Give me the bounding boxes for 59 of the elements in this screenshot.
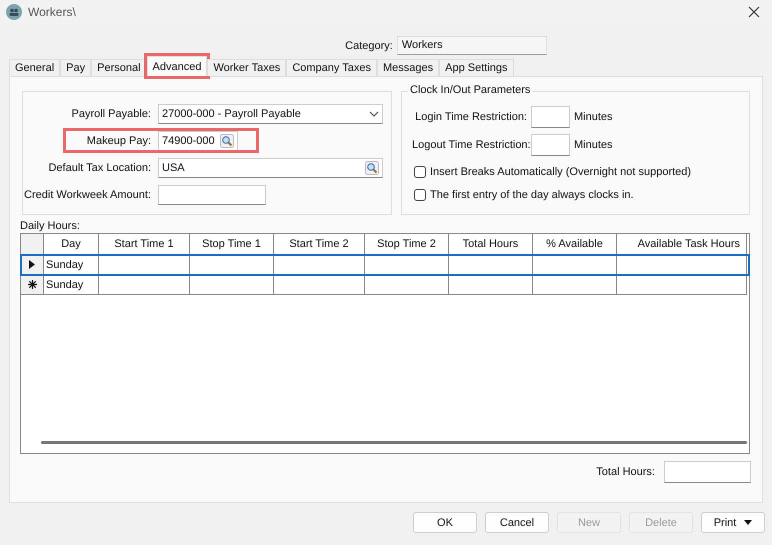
category-field: Workers	[396, 36, 547, 55]
lookup-field[interactable]: USA	[158, 158, 383, 178]
field-label: Login Time Restriction:	[414, 110, 527, 122]
column-header[interactable]: Day	[44, 234, 99, 255]
tab[interactable]: Company Taxes	[286, 59, 377, 76]
tab[interactable]: Advanced	[146, 56, 208, 76]
horizontal-scrollbar[interactable]	[41, 441, 747, 444]
field-label: Default Tax Location:	[47, 162, 151, 174]
table-row[interactable]: Sunday	[21, 255, 749, 275]
field-label: Payroll Payable:	[70, 108, 151, 120]
current-row-icon	[29, 260, 35, 269]
tab[interactable]: General	[9, 59, 60, 76]
dropdown-field[interactable]: 27000-000 - Payroll Payable	[158, 104, 383, 124]
column-header[interactable]: Stop Time 1	[190, 234, 274, 255]
tab[interactable]: Personal	[91, 59, 147, 76]
tab[interactable]: Pay	[60, 59, 92, 76]
checkbox[interactable]	[414, 189, 426, 201]
checkbox[interactable]	[414, 166, 426, 178]
table-row[interactable]: Sunday	[21, 275, 749, 295]
row-header[interactable]	[21, 255, 44, 275]
search-icon[interactable]	[365, 160, 379, 174]
checkbox-label: The first entry of the day always clocks in.	[430, 189, 634, 201]
column-header[interactable]: Start Time 2	[274, 234, 365, 255]
field-label: Credit Workweek Amount:	[23, 188, 151, 200]
checkbox-label: Insert Breaks Automatically (Overnight not supported)	[430, 166, 692, 178]
dialog-button[interactable]: OK	[413, 512, 477, 533]
column-header[interactable]: Start Time 1	[99, 234, 190, 255]
dialog-button[interactable]: Print	[701, 512, 765, 533]
tab[interactable]: Messages	[376, 59, 440, 76]
new-row-icon	[28, 280, 36, 289]
field-label: Total Hours:	[596, 466, 655, 478]
tab[interactable]: Worker Taxes	[207, 59, 286, 76]
dialog-button[interactable]: Cancel	[485, 512, 549, 533]
chevron-down-icon	[369, 110, 379, 116]
search-icon[interactable]	[220, 134, 234, 148]
field-label: Logout Time Restriction:	[412, 138, 527, 150]
row-header[interactable]	[21, 275, 44, 295]
column-header[interactable]: % Available	[533, 234, 617, 255]
input-field[interactable]	[158, 184, 266, 204]
close-icon[interactable]	[748, 6, 760, 18]
total-hours-field[interactable]	[664, 461, 751, 483]
caret-icon	[744, 520, 752, 525]
table-cell: Sunday	[44, 275, 99, 295]
column-header[interactable]: Total Hours	[449, 234, 533, 255]
tab[interactable]: App Settings	[439, 59, 514, 76]
category-label: Category:	[345, 40, 393, 52]
lookup-field[interactable]: 74900-000	[158, 130, 238, 150]
column-header[interactable]: Stop Time 2	[365, 234, 449, 255]
minutes-field[interactable]	[531, 134, 570, 156]
table-cell: Sunday	[44, 255, 99, 275]
minutes-field[interactable]	[531, 106, 570, 128]
unit-label: Minutes	[574, 110, 613, 122]
section-label: Daily Hours:	[20, 220, 81, 232]
group-title: Clock In/Out Parameters	[408, 84, 532, 96]
people-icon	[6, 4, 22, 20]
column-header[interactable]: Available Task Hours	[617, 234, 747, 255]
window-title: Workers\	[28, 5, 77, 19]
field-label: Makeup Pay:	[86, 134, 151, 146]
unit-label: Minutes	[574, 138, 613, 150]
